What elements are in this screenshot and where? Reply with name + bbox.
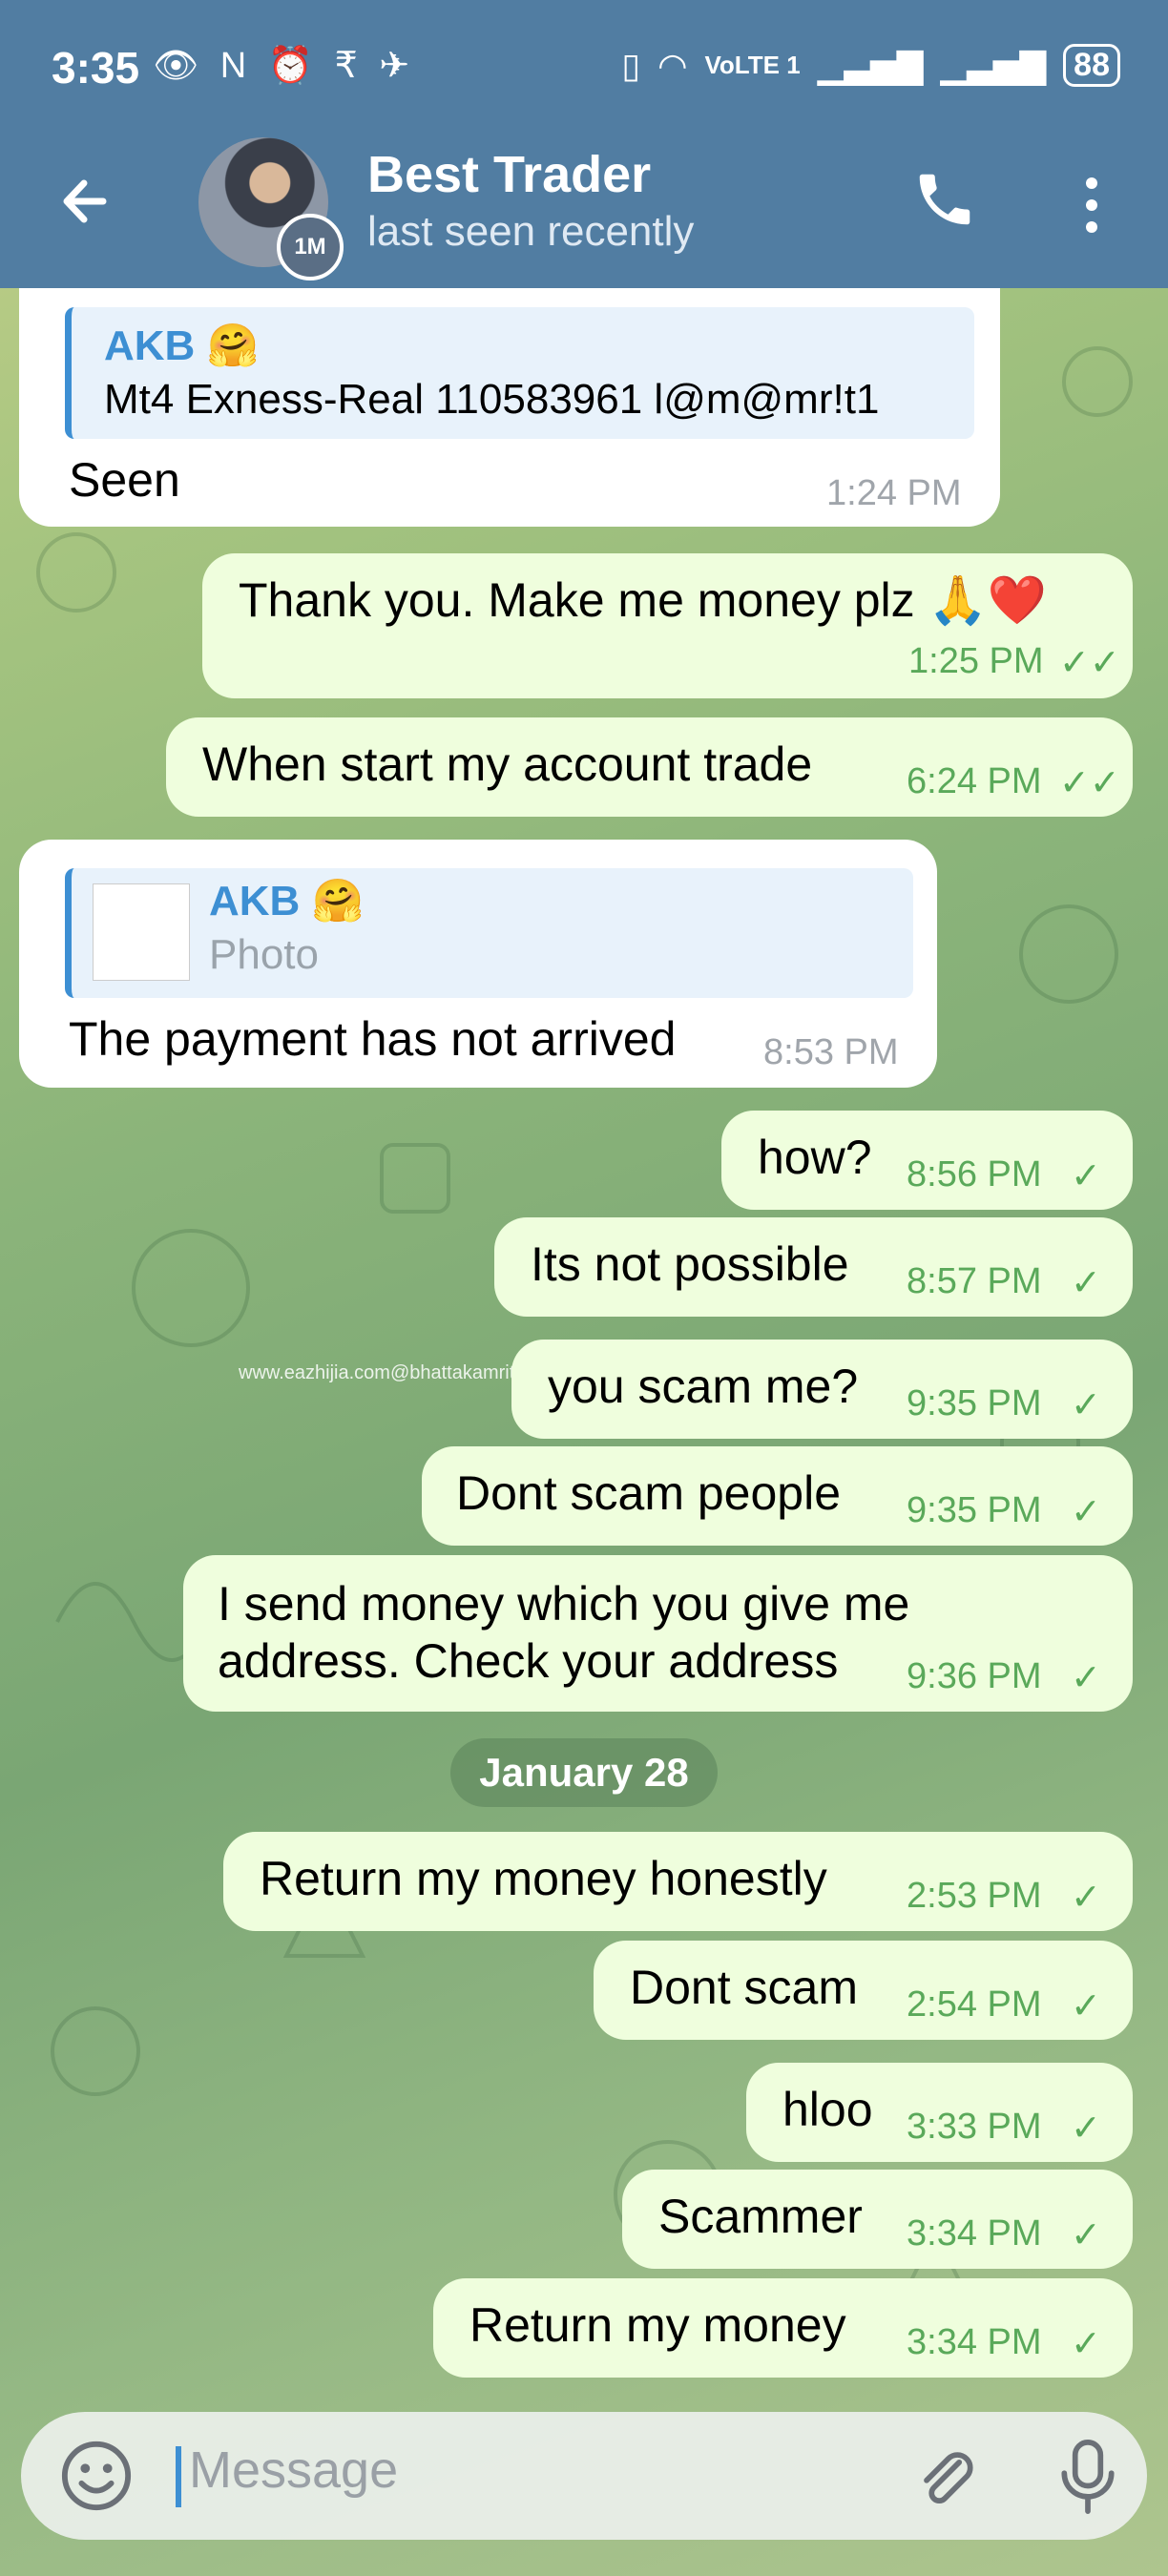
- reply-text: Photo: [209, 931, 319, 978]
- check-icon: ✓: [1071, 1986, 1101, 2026]
- contact-last-seen: last seen recently: [367, 208, 695, 255]
- message-text: Return my money: [469, 2298, 846, 2352]
- message-input[interactable]: Message: [189, 2441, 398, 2500]
- message-text: Dont scam: [630, 1961, 858, 2014]
- message-text: Seen: [69, 453, 180, 507]
- wifi-icon: ◠: [657, 45, 688, 85]
- message-time: 1:24 PM: [826, 473, 962, 513]
- outgoing-message[interactable]: Dont scam people 9:35 PM ✓: [422, 1446, 1133, 1546]
- message-time: 1:25 PM: [908, 641, 1044, 681]
- emoji-icon[interactable]: [59, 2439, 134, 2513]
- back-arrow-icon[interactable]: [55, 168, 122, 235]
- message-time: 8:56 PM: [907, 1154, 1042, 1195]
- check-icon: ✓: [1071, 2215, 1101, 2255]
- outgoing-message[interactable]: Scammer 3:34 PM ✓: [622, 2170, 1133, 2269]
- message-text: Scammer: [658, 2190, 863, 2243]
- outgoing-message[interactable]: how? 8:56 PM ✓: [721, 1111, 1133, 1210]
- reply-text: Mt4 Exness-Real 110583961 l@m@mr!t1: [104, 376, 880, 423]
- message-time: 8:53 PM: [763, 1032, 899, 1072]
- message-text: Dont scam people: [456, 1466, 842, 1520]
- double-check-icon: ✓✓: [1059, 643, 1120, 683]
- status-time: 3:35: [52, 43, 140, 93]
- message-text: you scam me?: [548, 1360, 859, 1413]
- incoming-message[interactable]: AKB 🤗 Photo The payment has not arrived …: [19, 840, 937, 1088]
- check-icon: ✓: [1071, 1156, 1101, 1196]
- check-icon: ✓: [1071, 2109, 1101, 2149]
- message-text: Its not possible: [531, 1237, 849, 1291]
- phone-call-icon[interactable]: [911, 166, 978, 233]
- message-time: 9:35 PM: [907, 1490, 1042, 1530]
- message-text: The payment has not arrived: [69, 1012, 677, 1066]
- outgoing-message[interactable]: I send money which you give me address. …: [183, 1555, 1133, 1712]
- message-composer: Message: [21, 2412, 1147, 2540]
- vibrate-icon: ▯: [621, 45, 641, 85]
- outgoing-message[interactable]: Return my money honestly 2:53 PM ✓: [223, 1832, 1133, 1931]
- message-time: 3:34 PM: [907, 2213, 1042, 2254]
- message-time: 8:57 PM: [907, 1261, 1042, 1301]
- check-icon: ✓: [1071, 1878, 1101, 1918]
- message-text-line-2: address. Check your address: [218, 1634, 839, 1688]
- check-icon: ✓: [1071, 1658, 1101, 1698]
- microphone-icon[interactable]: [1052, 2437, 1124, 2517]
- message-text: Thank you. Make me money plz 🙏❤️: [239, 573, 1048, 627]
- message-time: 3:34 PM: [907, 2322, 1042, 2362]
- story-badge: 1M: [277, 214, 344, 280]
- attach-paperclip-icon[interactable]: [908, 2441, 981, 2513]
- check-icon: ✓: [1071, 2324, 1101, 2364]
- reply-sender: AKB 🤗: [104, 322, 260, 369]
- more-options-icon[interactable]: [1073, 172, 1111, 239]
- battery-indicator: 88: [1063, 44, 1120, 87]
- incoming-message[interactable]: AKB 🤗 Mt4 Exness-Real 110583961 l@m@mr!t…: [19, 288, 1000, 527]
- outgoing-message[interactable]: hloo 3:33 PM ✓: [746, 2063, 1133, 2162]
- message-text: Return my money honestly: [260, 1852, 827, 1905]
- outgoing-message[interactable]: Return my money 3:34 PM ✓: [433, 2278, 1133, 2378]
- check-icon: ✓: [1071, 1492, 1101, 1532]
- check-icon: ✓: [1071, 1385, 1101, 1425]
- message-text-line-1: I send money which you give me: [218, 1577, 910, 1631]
- status-bar: 3:35 👁 N ⏰ ₹ ✈ ▯ ◠ VoLTE 1 ▁▃▅▇ ▁▃▅▇ 88: [0, 0, 1168, 134]
- reply-sender: AKB 🤗: [209, 878, 365, 924]
- message-time: 2:54 PM: [907, 1984, 1042, 2025]
- signal-icon-2: ▁▃▅▇: [940, 45, 1047, 85]
- message-time: 6:24 PM: [907, 761, 1042, 801]
- signal-icon: ▁▃▅▇: [817, 45, 924, 85]
- status-right-group: ▯ ◠ VoLTE 1 ▁▃▅▇ ▁▃▅▇ 88: [621, 44, 1120, 87]
- watermark-text: www.eazhijia.com@bhattakamrit: [239, 1362, 515, 1383]
- message-time: 9:36 PM: [907, 1656, 1042, 1696]
- contact-name[interactable]: Best Trader: [367, 145, 651, 204]
- message-text: how?: [758, 1131, 872, 1184]
- reply-quote[interactable]: AKB 🤗 Photo: [65, 868, 913, 998]
- outgoing-message[interactable]: Thank you. Make me money plz 🙏❤️ 1:25 PM…: [202, 553, 1133, 698]
- message-text: When start my account trade: [202, 737, 813, 791]
- outgoing-message[interactable]: Dont scam 2:54 PM ✓: [594, 1941, 1133, 2040]
- outgoing-message[interactable]: Its not possible 8:57 PM ✓: [494, 1217, 1133, 1317]
- outgoing-message[interactable]: you scam me? 9:35 PM ✓: [511, 1340, 1133, 1439]
- message-time: 2:53 PM: [907, 1876, 1042, 1916]
- reply-quote[interactable]: AKB 🤗 Mt4 Exness-Real 110583961 l@m@mr!t…: [65, 307, 974, 439]
- message-time: 9:35 PM: [907, 1383, 1042, 1423]
- chat-header: 1M Best Trader last seen recently: [0, 134, 1168, 288]
- message-time: 3:33 PM: [907, 2107, 1042, 2147]
- outgoing-message[interactable]: When start my account trade 6:24 PM ✓✓: [166, 717, 1133, 817]
- date-separator: January 28: [450, 1738, 718, 1807]
- text-cursor: [176, 2446, 181, 2507]
- double-check-icon: ✓✓: [1059, 763, 1120, 803]
- check-icon: ✓: [1071, 1263, 1101, 1303]
- status-notification-icons: 👁 N ⏰ ₹ ✈: [153, 46, 416, 86]
- volte-label: VoLTE 1: [704, 51, 801, 79]
- photo-thumbnail: [93, 883, 190, 981]
- message-text: hloo: [782, 2083, 873, 2136]
